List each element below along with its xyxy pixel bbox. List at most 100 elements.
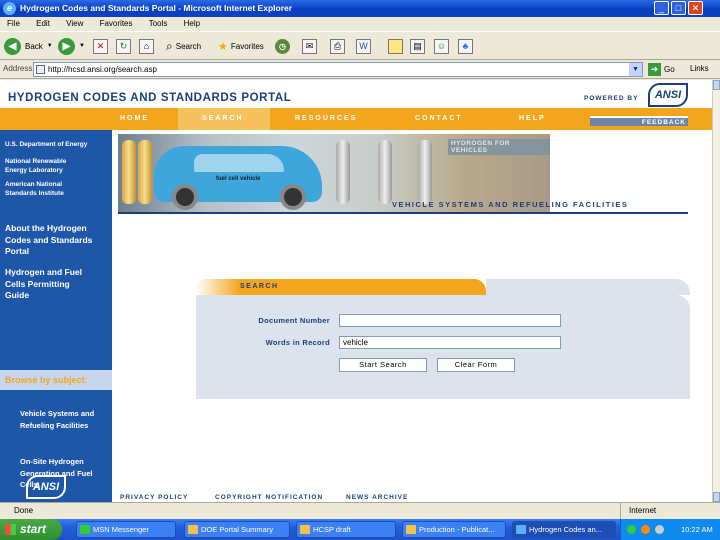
ie-icon: e — [3, 2, 16, 15]
task-msn[interactable]: MSN Messenger — [76, 521, 176, 538]
ie-icon — [516, 525, 526, 534]
menu-file[interactable]: File — [0, 17, 27, 31]
maximize-button[interactable]: □ — [671, 1, 686, 15]
doc-number-label: Document Number — [258, 316, 330, 325]
sidebar-ansi-logo[interactable]: ANSI — [26, 475, 66, 499]
footer-copyright-link[interactable]: COPYRIGHT NOTIFICATION — [215, 494, 323, 501]
sidebar-link-about[interactable]: About the Hydrogen Codes and Standards P… — [5, 223, 109, 258]
forward-button[interactable]: ▶ ▼ — [58, 37, 85, 55]
messenger-tray-icon[interactable] — [627, 525, 636, 534]
ansi-logo[interactable]: ANSI — [648, 83, 688, 107]
task-hydrogen[interactable]: Hydrogen Codes an... — [512, 521, 616, 538]
task-label: Production - Publicat... — [419, 525, 495, 534]
favorites-button[interactable]: ★ Favorites — [218, 37, 264, 55]
tank-image — [418, 140, 432, 204]
status-text: Done — [14, 506, 34, 515]
footer-privacy-link[interactable]: PRIVACY POLICY — [120, 494, 188, 501]
sidebar-partner-doe[interactable]: U.S. Department of Energy — [5, 140, 105, 149]
window-titlebar: e Hydrogen Codes and Standards Portal - … — [0, 0, 720, 17]
refresh-button[interactable]: ↻ — [116, 37, 131, 55]
tray-icon[interactable] — [641, 525, 650, 534]
browse-by-subject-label: Browse by subject: — [0, 370, 112, 390]
edit-icon: W — [356, 38, 371, 54]
clear-form-button[interactable]: Clear Form — [437, 358, 515, 372]
edit-button[interactable]: W — [356, 37, 371, 55]
mail-button[interactable]: ✉ — [302, 37, 317, 55]
tool-icon: ♣ — [458, 38, 473, 54]
sidebar-subject-vehicle[interactable]: Vehicle Systems and Refueling Facilities — [20, 408, 104, 431]
history-button[interactable]: ◷ — [275, 37, 290, 55]
doc-number-input[interactable] — [339, 314, 561, 327]
back-button[interactable]: ◀ Back ▼ — [4, 37, 53, 55]
banner-caption: VEHICLE SYSTEMS AND REFUELING FACILITIES — [392, 200, 629, 209]
go-label: Go — [664, 65, 675, 74]
back-arrow-icon: ◀ — [4, 37, 21, 55]
footer-news-link[interactable]: NEWS ARCHIVE — [346, 494, 408, 501]
vertical-scrollbar[interactable] — [712, 80, 720, 502]
menu-view[interactable]: View — [59, 17, 90, 31]
tank-image — [138, 140, 152, 204]
menu-favorites[interactable]: Favorites — [93, 17, 140, 31]
address-input[interactable]: http://hcsd.ansi.org/search.asp ▼ — [33, 62, 643, 77]
messenger-icon: ☺ — [434, 38, 449, 54]
windows-logo-icon — [5, 524, 16, 535]
messenger-button[interactable]: ☺ — [434, 37, 449, 55]
header-fade — [196, 279, 240, 295]
feedback-button[interactable]: FEEDBACK — [590, 116, 688, 126]
browser-toolbar: ◀ Back ▼ ▶ ▼ ✕ ↻ ⌂ ⌕ Search ★ Favorites … — [0, 31, 720, 60]
start-button[interactable]: start — [0, 519, 62, 540]
home-button[interactable]: ⌂ — [139, 37, 154, 55]
window-icon — [406, 525, 416, 534]
close-button[interactable]: ✕ — [688, 1, 703, 15]
sidebar-link-permitting[interactable]: Hydrogen and Fuel Cells Permitting Guide — [5, 267, 95, 302]
nav-search[interactable]: SEARCH — [178, 108, 270, 130]
nav-help[interactable]: HELP — [519, 108, 546, 130]
nav-contact[interactable]: CONTACT — [415, 108, 463, 130]
search-header-label: SEARCH — [240, 283, 279, 290]
tool-button[interactable]: ♣ — [458, 37, 473, 55]
stop-button[interactable]: ✕ — [93, 37, 108, 55]
stop-icon: ✕ — [93, 38, 108, 54]
sidebar-partner-ansi[interactable]: American National Standards Institute — [5, 180, 87, 198]
scroll-up-icon[interactable] — [713, 80, 720, 90]
nav-resources[interactable]: RESOURCES — [295, 108, 357, 130]
security-zone: Internet — [620, 503, 656, 519]
address-bar: Address http://hcsd.ansi.org/search.asp … — [0, 60, 720, 79]
car-wheel — [172, 184, 198, 210]
nav-home[interactable]: HOME — [112, 108, 178, 130]
scroll-down-icon[interactable] — [713, 492, 720, 502]
menu-bar: File Edit View Favorites Tools Help — [0, 17, 720, 31]
research-icon: ▤ — [410, 38, 425, 54]
start-search-button[interactable]: Start Search — [339, 358, 427, 372]
search-panel-header: SEARCH — [196, 279, 486, 295]
print-button[interactable]: ⎙ — [330, 37, 345, 55]
portal-nav: HOME SEARCH RESOURCES CONTACT HELP FEEDB… — [0, 108, 712, 130]
minimize-button[interactable]: _ — [654, 1, 669, 15]
printer-icon: ⎙ — [330, 38, 345, 54]
search-icon: ⌕ — [166, 38, 173, 53]
words-in-record-input[interactable] — [339, 336, 561, 349]
messenger-icon — [80, 525, 90, 534]
sidebar: U.S. Department of Energy National Renew… — [0, 130, 112, 502]
search-button[interactable]: ⌕ Search — [166, 37, 201, 55]
words-in-record-label: Words in Record — [265, 338, 330, 347]
task-production[interactable]: Production - Publicat... — [402, 521, 506, 538]
start-label: start — [20, 522, 47, 536]
links-button[interactable]: Links — [690, 64, 709, 73]
tank-image — [378, 140, 392, 204]
clock: 10:22 AM — [681, 525, 713, 534]
history-icon: ◷ — [275, 38, 290, 54]
menu-edit[interactable]: Edit — [29, 17, 57, 31]
discuss-button[interactable] — [388, 37, 403, 55]
menu-help[interactable]: Help — [177, 17, 207, 31]
address-url: http://hcsd.ansi.org/search.asp — [48, 65, 157, 74]
research-button[interactable]: ▤ — [410, 37, 425, 55]
menu-tools[interactable]: Tools — [142, 17, 175, 31]
go-arrow-icon: ➔ — [648, 63, 661, 76]
sidebar-partner-nrel[interactable]: National Renewable Energy Laboratory — [5, 157, 87, 175]
task-hcsp[interactable]: HCSP draft — [296, 521, 396, 538]
task-doe[interactable]: DOE Portal Summary — [184, 521, 290, 538]
go-button[interactable]: ➔ Go — [648, 63, 675, 76]
address-dropdown-icon[interactable]: ▼ — [629, 63, 642, 76]
volume-icon[interactable] — [655, 525, 664, 534]
